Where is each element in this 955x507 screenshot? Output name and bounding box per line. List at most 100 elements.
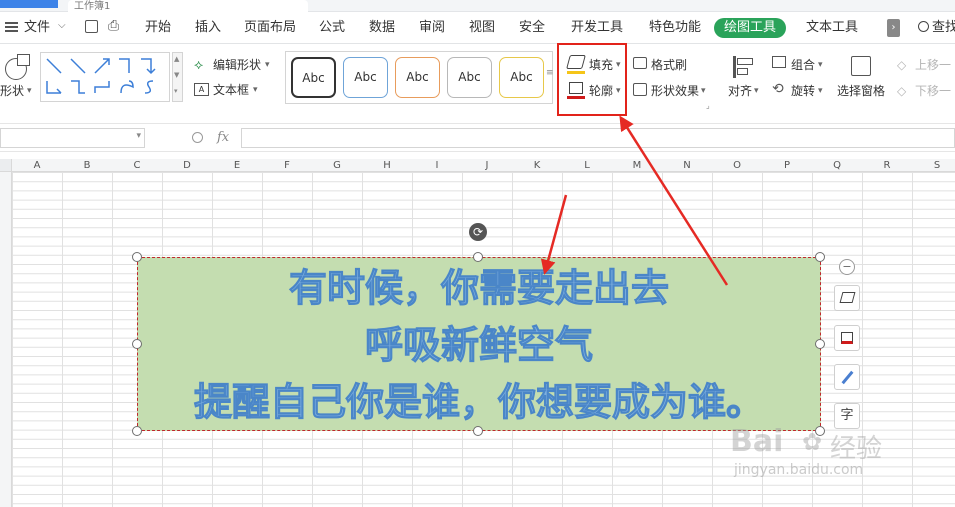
column-label-h[interactable]: H xyxy=(362,159,412,172)
zoom-formula-icon[interactable] xyxy=(192,132,203,143)
chevron-down-icon[interactable]: ▾ xyxy=(253,82,258,98)
align-icon[interactable] xyxy=(733,56,736,78)
chevron-down-icon[interactable]: ▾ xyxy=(701,83,706,99)
menu-text-tools[interactable]: 文本工具 xyxy=(806,18,858,38)
format-brush-icon[interactable] xyxy=(633,57,647,69)
watermark-url: jingyan.baidu.com xyxy=(734,462,864,478)
text-box-shape[interactable]: 有时候，你需要走出去 呼吸新鲜空气 提醒自己你是谁，你想要成为谁。 xyxy=(137,257,821,431)
menu-formulas[interactable]: 公式 xyxy=(319,18,345,38)
edit-shape-label[interactable]: 编辑形状 xyxy=(213,57,261,73)
tab-home[interactable] xyxy=(0,0,58,8)
menu-file[interactable]: 文件 xyxy=(24,18,50,38)
column-label-r[interactable]: R xyxy=(862,159,912,172)
column-label-c[interactable]: C xyxy=(112,159,162,172)
chevron-down-icon[interactable]: ⌵ xyxy=(58,20,66,31)
select-all-corner[interactable] xyxy=(0,159,12,172)
quick-style-button[interactable] xyxy=(834,364,860,390)
menu-data[interactable]: 数据 xyxy=(369,18,395,38)
shape-button-label[interactable]: 形状 xyxy=(0,83,24,99)
resize-handle-top-left[interactable] xyxy=(132,252,142,262)
menu-insert[interactable]: 插入 xyxy=(195,18,221,38)
column-label-s[interactable]: S xyxy=(912,159,955,172)
chevron-down-icon[interactable]: ▾ xyxy=(754,83,759,99)
edit-shape-icon[interactable]: ⟡ xyxy=(194,57,203,73)
column-label-l[interactable]: L xyxy=(562,159,612,172)
column-label-m[interactable]: M xyxy=(612,159,662,172)
chevron-right-icon[interactable]: › xyxy=(887,19,900,37)
chevron-down-icon[interactable]: ▾ xyxy=(136,131,141,141)
column-label-i[interactable]: I xyxy=(412,159,462,172)
line-shapes-icon[interactable] xyxy=(41,53,171,103)
search-icon[interactable] xyxy=(918,21,929,32)
shape-effect-label[interactable]: 形状效果 xyxy=(651,83,699,99)
quick-outline-button[interactable] xyxy=(834,325,860,351)
align-label[interactable]: 对齐 xyxy=(728,83,752,99)
menu-view[interactable]: 视图 xyxy=(469,18,495,38)
hamburger-icon[interactable] xyxy=(5,26,18,28)
dialog-launcher-icon[interactable]: ⌟ xyxy=(706,101,710,110)
watermark-brand: Bai xyxy=(730,424,784,459)
group-icon[interactable] xyxy=(772,56,786,68)
collapse-toolbar-icon[interactable]: − xyxy=(839,259,855,275)
menu-special-features[interactable]: 特色功能 xyxy=(649,18,701,38)
print-icon[interactable]: ⎙ xyxy=(108,18,119,34)
shape-style-blue[interactable]: Abc xyxy=(343,57,388,98)
rotate-icon[interactable]: ⟲ xyxy=(772,81,784,97)
selection-pane-label[interactable]: 选择窗格 xyxy=(837,83,885,99)
resize-handle-top[interactable] xyxy=(473,252,483,262)
move-down-icon: ◇ xyxy=(897,84,907,98)
quick-fill-button[interactable] xyxy=(834,285,860,311)
chevron-down-icon[interactable]: ▾ xyxy=(27,83,32,99)
column-label-d[interactable]: D xyxy=(162,159,212,172)
column-label-k[interactable]: K xyxy=(512,159,562,172)
styles-more-icon[interactable]: ≡ xyxy=(546,68,554,78)
save-icon[interactable] xyxy=(85,20,98,33)
resize-handle-right[interactable] xyxy=(815,339,825,349)
column-label-b[interactable]: B xyxy=(62,159,112,172)
text-box-label[interactable]: 文本框 xyxy=(213,82,249,98)
chevron-down-icon[interactable]: ▾ xyxy=(818,57,823,73)
chevron-down-icon[interactable]: ▾ xyxy=(265,57,270,73)
menu-developer[interactable]: 开发工具 xyxy=(571,18,623,38)
column-label-j[interactable]: J xyxy=(462,159,512,172)
column-label-f[interactable]: F xyxy=(262,159,312,172)
menu-search[interactable]: 查找 xyxy=(932,18,955,38)
format-brush-label[interactable]: 格式刷 xyxy=(651,57,687,73)
resize-handle-left[interactable] xyxy=(132,339,142,349)
align-bars-icon xyxy=(737,58,753,65)
baidu-watermark: Bai ✿ 经验 jingyan.baidu.com xyxy=(730,424,930,484)
shape-gallery-scroll[interactable]: ▲ ▼ ▾ xyxy=(172,52,183,102)
text-box-icon[interactable]: A xyxy=(194,83,209,96)
menu-review[interactable]: 审阅 xyxy=(419,18,445,38)
shape-style-black[interactable]: Abc xyxy=(291,57,336,98)
column-label-o[interactable]: O xyxy=(712,159,762,172)
column-label-e[interactable]: E xyxy=(212,159,262,172)
rotate-handle-icon[interactable]: ⟳ xyxy=(469,223,487,241)
group-label[interactable]: 组合 xyxy=(791,57,815,73)
column-label-q[interactable]: Q xyxy=(812,159,862,172)
column-label-a[interactable]: A xyxy=(12,159,62,172)
chevron-down-icon[interactable]: ▾ xyxy=(818,83,823,99)
shape-style-yellow[interactable]: Abc xyxy=(499,57,544,98)
column-label-g[interactable]: G xyxy=(312,159,362,172)
column-label-n[interactable]: N xyxy=(662,159,712,172)
resize-handle-top-right[interactable] xyxy=(815,252,825,262)
shape-gallery[interactable] xyxy=(40,52,170,102)
formula-input[interactable] xyxy=(241,128,955,148)
shape-effect-icon[interactable] xyxy=(633,83,647,96)
tab-workbook[interactable]: 工作簿1 xyxy=(68,0,308,12)
column-label-p[interactable]: P xyxy=(762,159,812,172)
rotate-label[interactable]: 旋转 xyxy=(791,83,815,99)
shape-style-orange[interactable]: Abc xyxy=(395,57,440,98)
menu-page-layout[interactable]: 页面布局 xyxy=(244,18,296,38)
menu-home[interactable]: 开始 xyxy=(145,18,171,38)
selection-pane-icon[interactable] xyxy=(851,56,871,76)
fx-icon[interactable]: fx xyxy=(217,130,229,145)
row-header xyxy=(0,172,12,507)
resize-handle-bottom-left[interactable] xyxy=(132,426,142,436)
name-box[interactable]: ▾ xyxy=(0,128,145,148)
shape-style-gray[interactable]: Abc xyxy=(447,57,492,98)
resize-handle-bottom[interactable] xyxy=(473,426,483,436)
menu-security[interactable]: 安全 xyxy=(519,18,545,38)
menu-drawing-tools[interactable]: 绘图工具 xyxy=(714,18,787,38)
